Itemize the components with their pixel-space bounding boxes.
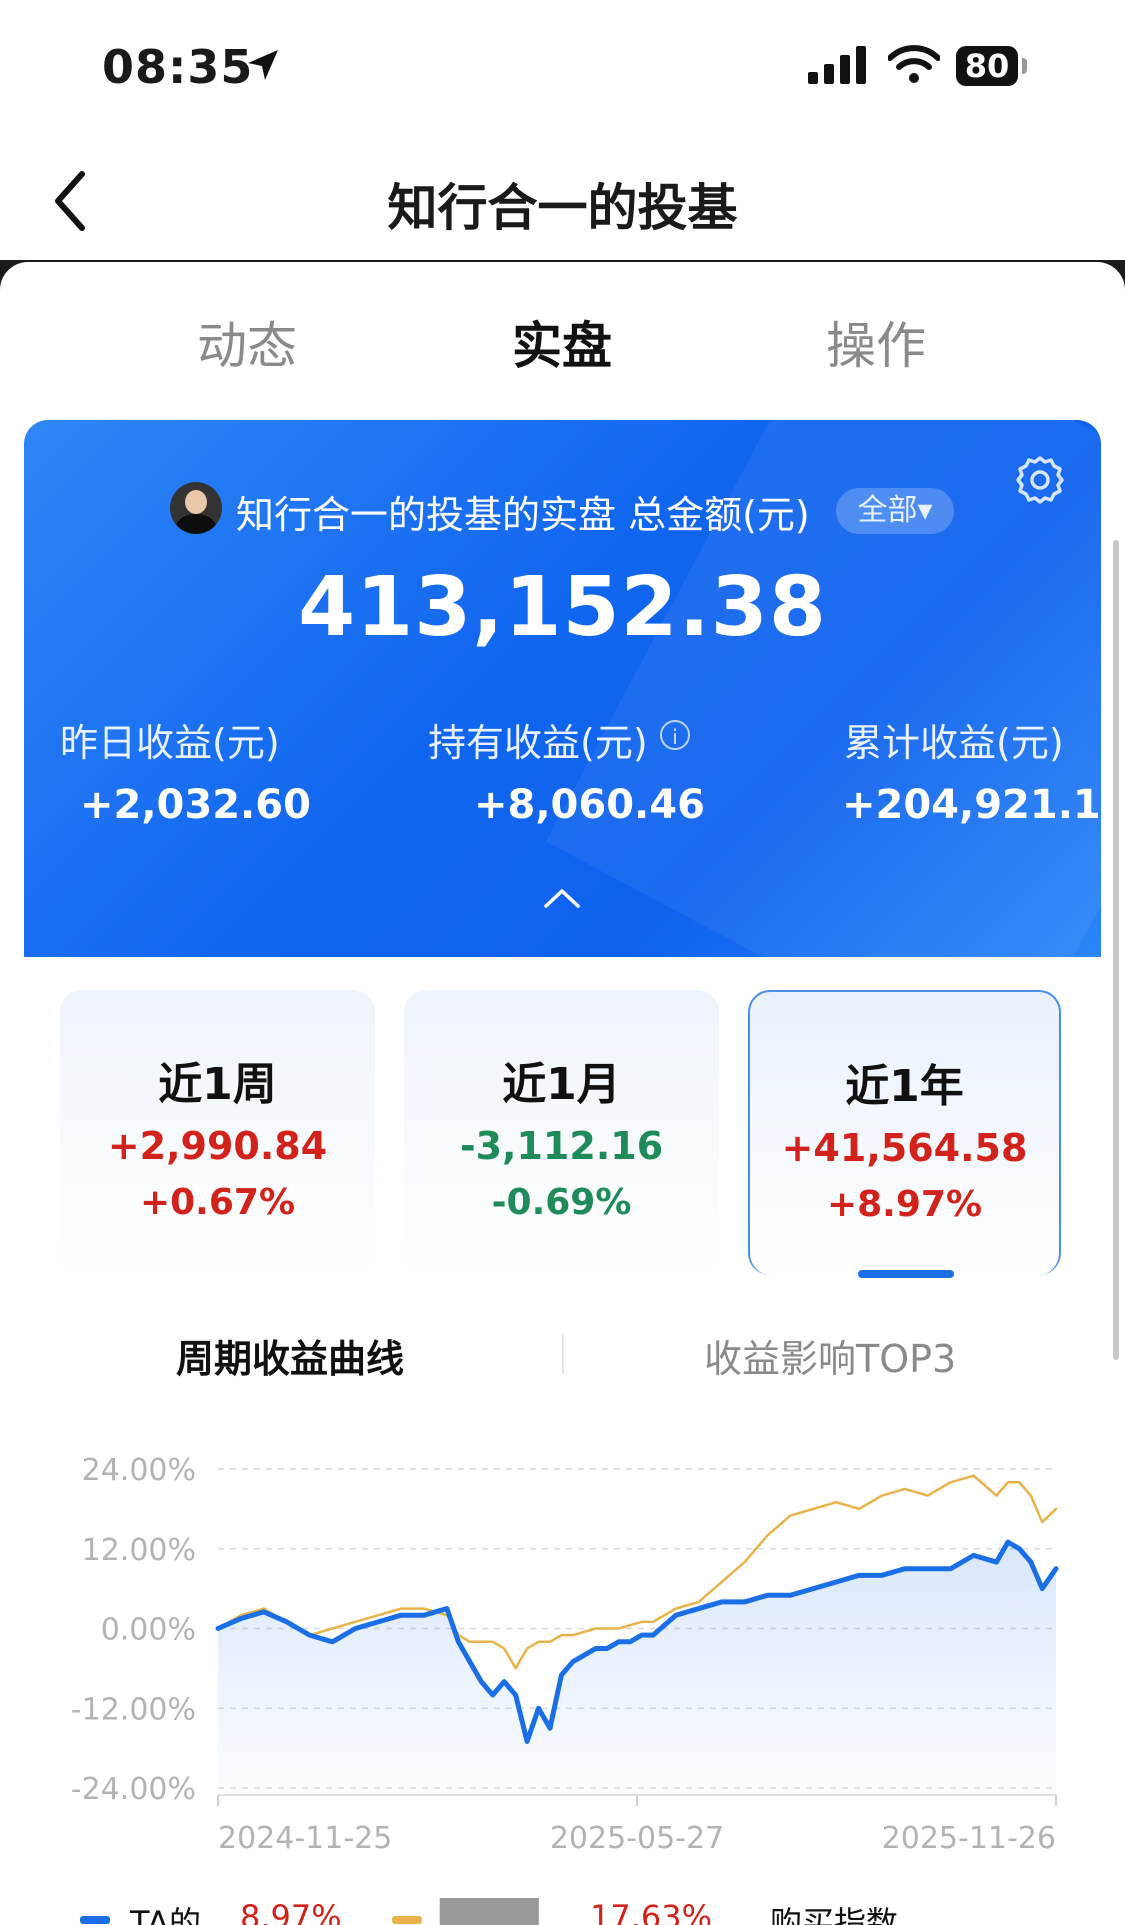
- x-tick-label: 2025-05-27: [550, 1821, 724, 1856]
- avatar-face: [185, 490, 207, 514]
- yesterday-earnings-value: +2,032.60: [80, 782, 311, 828]
- tab-operations[interactable]: 操作: [826, 306, 926, 378]
- nav-bar: 知行合一的投基: [0, 130, 1125, 260]
- yesterday-earnings-label: 昨日收益(元): [60, 721, 280, 765]
- chevron-up-icon[interactable]: [542, 886, 582, 910]
- holding-earnings-value: +8,060.46: [474, 782, 705, 828]
- legend-swatch-ta: [80, 1916, 110, 1924]
- portfolio-owner-label: 知行合一的投基的实盘 总金额(元): [236, 493, 810, 537]
- x-tick-label: 2025-11-26: [882, 1821, 1056, 1856]
- period-year-percent: +8.97%: [826, 1184, 983, 1225]
- status-bar: 08:35 80: [0, 0, 1125, 130]
- holding-earnings-label: 持有收益(元): [428, 721, 648, 765]
- legend-value-ta: 8.97%: [240, 1898, 342, 1925]
- legend-swatch-benchmark: [392, 1916, 422, 1924]
- tab-dynamics[interactable]: 动态: [197, 306, 297, 378]
- legend-label-index[interactable]: 购买指数: [770, 1898, 898, 1925]
- battery-tip: [1022, 58, 1027, 74]
- period-month-card[interactable]: 近1月 -3,112.16 -0.69%: [404, 990, 719, 1275]
- tab-top3-impact[interactable]: 收益影响TOP3: [704, 1328, 956, 1383]
- return-curve-chart: 24.00% 12.00% 0.00% -12.00% -24.00% 2024-11-2…: [71, 1453, 1059, 1856]
- selected-period-indicator: [858, 1270, 954, 1278]
- cumulative-earnings-value: +204,921.17: [842, 782, 1101, 828]
- chart-tab-divider: [562, 1334, 564, 1374]
- period-month-label: 近1月: [502, 1059, 621, 1110]
- legend-label-benchmark: ████: [440, 1898, 539, 1925]
- legend-label-ta: TA的: [130, 1904, 201, 1925]
- period-month-percent: -0.69%: [491, 1182, 632, 1223]
- battery-icon: 80: [956, 46, 1018, 86]
- tab-real-portfolio[interactable]: 实盘: [512, 306, 612, 378]
- period-week-card[interactable]: 近1周 +2,990.84 +0.67%: [60, 990, 375, 1275]
- y-tick-label: 12.00%: [82, 1533, 196, 1568]
- account-filter-dropdown[interactable]: 全部▾: [836, 488, 954, 534]
- period-week-percent: +0.67%: [139, 1182, 296, 1223]
- status-time: 08:35: [102, 40, 254, 94]
- avatar-suit: [176, 514, 216, 534]
- scrollbar[interactable]: [1113, 540, 1119, 1360]
- series-area-ta: [218, 1542, 1056, 1788]
- page-title: 知行合一的投基: [387, 179, 738, 237]
- chart-legend: TA的 8.97% ████ 17.63% 购买指数: [0, 1890, 1125, 1925]
- tab-period-return-curve[interactable]: 周期收益曲线: [176, 1328, 404, 1383]
- period-year-label: 近1年: [845, 1061, 964, 1112]
- y-tick-label: 0.00%: [101, 1613, 196, 1648]
- cumulative-earnings-label: 累计收益(元): [844, 721, 1064, 765]
- y-tick-label: -24.00%: [71, 1772, 196, 1807]
- period-week-amount: +2,990.84: [107, 1124, 328, 1168]
- period-week-label: 近1周: [158, 1059, 277, 1110]
- total-amount: 413,152.38: [298, 560, 827, 655]
- x-tick-label: 2024-11-25: [218, 1821, 392, 1856]
- portfolio-summary-card: 知行合一的投基的实盘 总金额(元) 全部▾ 413,152.38 昨日收益(元)…: [24, 420, 1101, 957]
- period-year-card[interactable]: 近1年 +41,564.58 +8.97%: [748, 990, 1061, 1278]
- y-tick-label: -12.00%: [71, 1692, 196, 1727]
- gear-icon[interactable]: [1014, 454, 1066, 506]
- period-year-amount: +41,564.58: [781, 1126, 1028, 1170]
- info-icon[interactable]: i: [660, 720, 690, 750]
- period-month-amount: -3,112.16: [459, 1124, 664, 1168]
- y-tick-label: 24.00%: [82, 1453, 196, 1488]
- cellular-signal-icon: [808, 46, 866, 84]
- wifi-icon: [888, 45, 940, 83]
- legend-value-benchmark: 17.63%: [590, 1898, 713, 1925]
- location-arrow-icon: [248, 50, 278, 80]
- avatar: [170, 482, 222, 534]
